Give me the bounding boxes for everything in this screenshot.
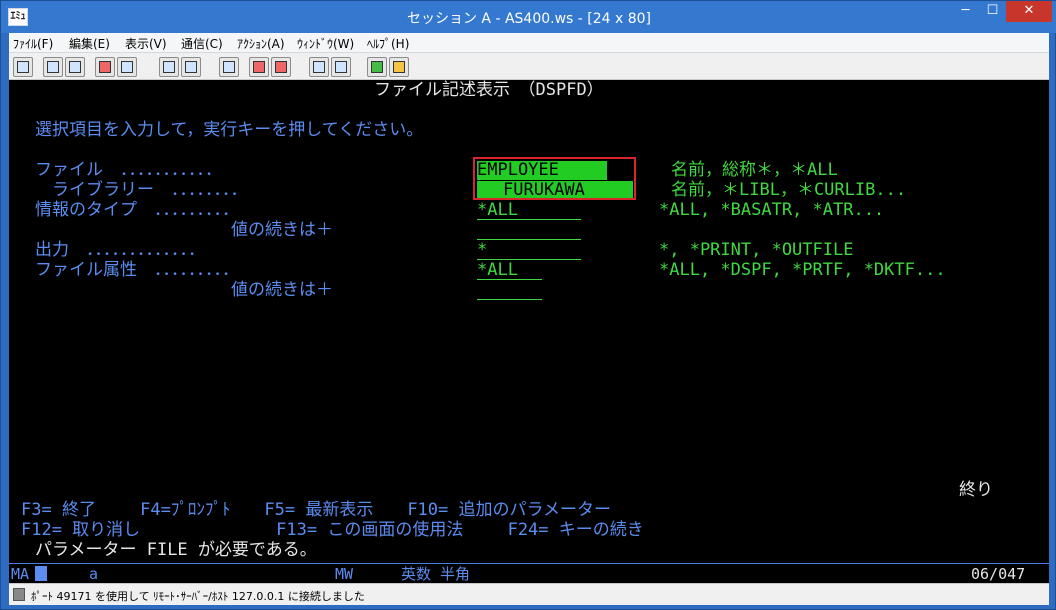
oia-input-mode: 英数 半角 xyxy=(401,565,471,583)
hint-info-type: *ALL, *BASATR, *ATR... xyxy=(659,200,885,220)
emulator-window: ｴﾐｭ セッション A - AS400.ws - [24 x 80] ─ ☐ ✕… xyxy=(0,0,1056,610)
oia-a: a xyxy=(89,565,99,583)
file-attribute-field[interactable]: *ALL xyxy=(477,260,542,280)
screen-title: ファイル記述表示 （DSPFD） xyxy=(374,80,604,100)
cursor-position: 06/047 xyxy=(971,565,1026,583)
menu-communication[interactable]: 通信(C) xyxy=(181,35,223,52)
file-attribute-field-2[interactable] xyxy=(477,280,542,300)
globe-icon[interactable] xyxy=(367,57,387,77)
label-library: ライブラリー ．．．．．．．． xyxy=(35,180,248,200)
send-file-icon[interactable] xyxy=(95,57,115,77)
function-keys-line1: F3= 終了 F4=ﾌﾟﾛﾝﾌﾟﾄ F5= 最新表示 F10= 追加のパラメータ… xyxy=(21,500,611,520)
output-field[interactable]: * xyxy=(477,240,581,260)
menu-view[interactable]: 表示(V) xyxy=(125,35,167,52)
hint-output: *, *PRINT, *OUTFILE xyxy=(659,240,854,260)
oia-ma: MA xyxy=(11,565,30,583)
menu-edit[interactable]: 編集(E) xyxy=(69,35,110,52)
record-macro-icon[interactable] xyxy=(249,57,269,77)
keypad-icon[interactable] xyxy=(181,57,201,77)
error-message: パラメーター FILE が必要である。 xyxy=(35,540,317,560)
label-output: 出力 ．．．．．．．．．．．．． xyxy=(35,240,205,260)
hint-file-attribute: *ALL, *DSPF, *PRTF, *DKTF... xyxy=(659,260,946,280)
menu-file[interactable]: ﾌｧｲﾙ(F) xyxy=(13,35,53,52)
minimize-button[interactable]: ─ xyxy=(952,1,979,22)
label-file: ファイル ．．．．．．．．．．． xyxy=(35,160,222,180)
oia-mw: MW xyxy=(335,565,354,583)
toolbar xyxy=(9,53,1049,80)
connection-icon xyxy=(13,588,25,601)
print-screen-icon[interactable] xyxy=(13,57,33,77)
maximize-button[interactable]: ☐ xyxy=(979,1,1006,22)
menu-action[interactable]: ｱｸｼｮﾝ(A) xyxy=(237,35,285,52)
macro-icon[interactable] xyxy=(219,57,239,77)
label-more-values-1: 値の続きは＋ xyxy=(231,220,333,240)
menu-bar: ﾌｧｲﾙ(F) 編集(E) 表示(V) 通信(C) ｱｸｼｮﾝ(A) ｳｨﾝﾄﾞ… xyxy=(9,33,1049,53)
copy-icon[interactable] xyxy=(43,57,63,77)
edit-tool-icon[interactable] xyxy=(389,57,409,77)
display-icon[interactable] xyxy=(159,57,179,77)
close-button[interactable]: ✕ xyxy=(1006,1,1052,22)
hint-library: 名前，＊LIBL，＊CURLIB... xyxy=(671,180,907,200)
status-text: ﾎﾟｰﾄ 49171 を使用して ﾘﾓｰﾄ･ｻｰﾊﾞｰ/ﾎｽﾄ 127.0.0.… xyxy=(31,590,365,603)
receive-file-icon[interactable] xyxy=(117,57,137,77)
info-type-field[interactable]: *ALL xyxy=(477,200,581,220)
menu-help[interactable]: ﾍﾙﾌﾟ(H) xyxy=(367,35,409,52)
terminal-screen[interactable]: ファイル記述表示 （DSPFD） 選択項目を入力して，実行キーを押してください。… xyxy=(9,80,1049,583)
function-keys-line2: F12= 取り消し F13= この画面の使用法 F24= キーの続き xyxy=(21,520,644,540)
hint-file: 名前，総称＊，＊ALL xyxy=(671,160,838,180)
menu-window[interactable]: ｳｨﾝﾄﾞｳ(W) xyxy=(297,35,354,52)
label-more-values-2: 値の続きは＋ xyxy=(231,280,333,300)
window-title: セッション A - AS400.ws - [24 x 80] xyxy=(406,11,652,27)
paste-icon[interactable] xyxy=(65,57,85,77)
info-type-field-2[interactable] xyxy=(477,220,581,240)
instruction-text: 選択項目を入力して，実行キーを押してください。 xyxy=(35,120,424,140)
title-bar: ｴﾐｭ セッション A - AS400.ws - [24 x 80] ─ ☐ ✕ xyxy=(1,1,1056,33)
label-file-attribute: ファイル属性 ．．．．．．．．． xyxy=(35,260,239,280)
operator-info-area: MA a MW 英数 半角 06/047 xyxy=(9,563,1049,583)
cursor-indicator xyxy=(35,566,47,581)
end-indicator: 終り xyxy=(959,480,993,500)
macro-settings-icon[interactable] xyxy=(331,57,351,77)
highlight-box xyxy=(473,157,636,200)
label-info-type: 情報のタイプ ．．．．．．．．． xyxy=(35,200,239,220)
play-macro-icon[interactable] xyxy=(309,57,329,77)
status-bar: ﾎﾟｰﾄ 49171 を使用して ﾘﾓｰﾄ･ｻｰﾊﾞｰ/ﾎｽﾄ 127.0.0.… xyxy=(9,583,1049,605)
stop-macro-icon[interactable] xyxy=(271,57,291,77)
